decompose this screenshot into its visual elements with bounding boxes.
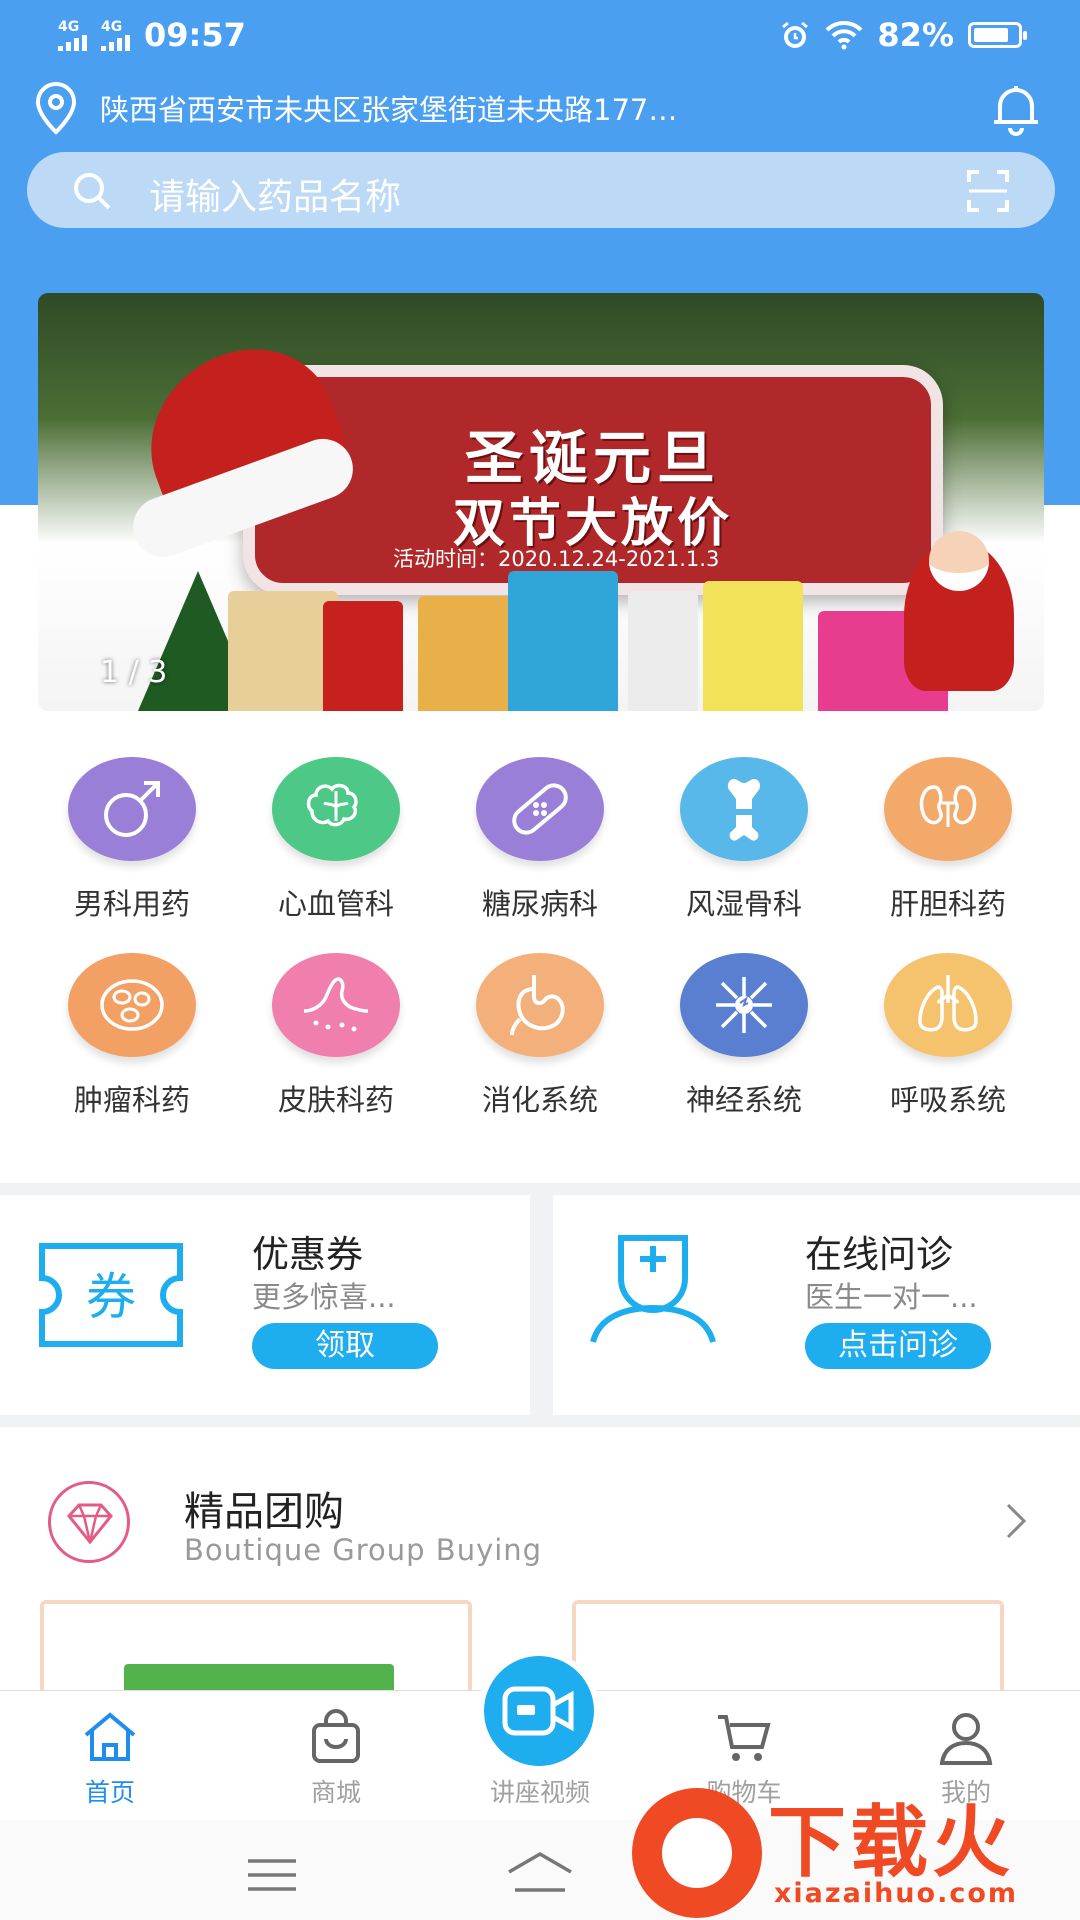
diamond-icon — [48, 1481, 130, 1563]
watermark-logo-icon — [632, 1788, 762, 1918]
category-neuro[interactable]: 神经系统 — [642, 953, 846, 1119]
tab-label: 首页 — [84, 1778, 135, 1807]
alarm-icon — [782, 21, 809, 48]
svg-text:券: 券 — [86, 1268, 136, 1326]
location-row[interactable]: 陕西省西安市未央区张家堡街道未央路177… — [30, 80, 1050, 136]
category-label: 肿瘤科药 — [73, 1083, 190, 1117]
lungs-icon — [884, 953, 1012, 1057]
search-input[interactable]: 请输入药品名称 — [149, 168, 401, 220]
category-label: 肝胆科药 — [889, 887, 1006, 921]
battery-fill — [974, 28, 1008, 42]
banner-activity-time: 活动时间：2020.12.24-2021.1.3 — [393, 547, 720, 571]
category-respiratory[interactable]: 呼吸系统 — [846, 953, 1050, 1119]
nav-home-icon[interactable] — [505, 1848, 575, 1898]
video-camera-icon — [502, 1686, 574, 1736]
status-time: 09:57 — [144, 16, 246, 54]
product-image — [228, 591, 338, 711]
section-divider — [0, 1183, 1080, 1195]
category-rheuma[interactable]: 风湿骨科 — [642, 757, 846, 923]
brain-icon — [272, 757, 400, 861]
wifi-icon — [825, 20, 863, 50]
category-tumor[interactable]: 肿瘤科药 — [30, 953, 234, 1119]
status-bar: 4G 4G 09:57 82% — [0, 0, 1080, 70]
profile-icon — [939, 1713, 993, 1765]
promo-separator — [530, 1195, 553, 1415]
tab-label: 商城 — [310, 1778, 361, 1807]
tab-home[interactable]: 首页 — [10, 1709, 210, 1809]
neuron-icon — [680, 953, 808, 1057]
tab-label: 讲座视频 — [489, 1778, 590, 1807]
doctor-icon — [590, 1235, 716, 1343]
coupon-subtitle: 更多惊喜... — [252, 1280, 396, 1314]
category-label: 糖尿病科 — [481, 887, 598, 921]
home-icon — [84, 1712, 136, 1761]
group-buying-subtitle: Boutique Group Buying — [184, 1533, 543, 1567]
category-diabetes[interactable]: 糖尿病科 — [438, 757, 642, 923]
watermark-url: xiazaihuo.com — [774, 1878, 1019, 1909]
stomach-icon — [476, 953, 604, 1057]
category-label: 皮肤科药 — [277, 1083, 394, 1117]
consult-title: 在线问诊 — [805, 1233, 953, 1276]
search-icon — [74, 173, 111, 210]
group-buying-header[interactable]: 精品团购 Boutique Group Buying — [0, 1445, 1080, 1595]
claim-coupon-button[interactable]: 领取 — [252, 1323, 438, 1369]
category-label: 消化系统 — [481, 1083, 598, 1117]
menu-icon[interactable] — [246, 1858, 298, 1892]
category-male[interactable]: 男科用药 — [30, 757, 234, 923]
product-image — [323, 601, 403, 711]
category-digestive[interactable]: 消化系统 — [438, 953, 642, 1119]
current-address[interactable]: 陕西省西安市未央区张家堡街道未央路177… — [100, 87, 677, 129]
product-image — [703, 581, 803, 711]
bone-joint-icon — [680, 757, 808, 861]
status-right: 82% — [779, 16, 1027, 54]
category-label: 神经系统 — [685, 1083, 802, 1117]
lecture-video-button[interactable] — [478, 1650, 600, 1772]
category-label: 呼吸系统 — [889, 1083, 1006, 1117]
coupon-ticket-icon: 券 — [39, 1243, 183, 1347]
location-pin-icon — [35, 81, 77, 135]
notification-bell-icon[interactable] — [988, 80, 1044, 136]
chevron-right-icon[interactable] — [1002, 1501, 1030, 1541]
category-liver[interactable]: 肝胆科药 — [846, 757, 1050, 923]
group-buying-title: 精品团购 — [184, 1489, 344, 1535]
tab-mall[interactable]: 商城 — [236, 1709, 436, 1809]
coupon-card[interactable]: 券 优惠券 更多惊喜... 领取 — [0, 1200, 530, 1410]
search-bar[interactable]: 请输入药品名称 — [27, 152, 1055, 228]
santa-face-graphic — [929, 531, 989, 591]
bandage-icon — [476, 757, 604, 861]
watermark-text: 下载火 — [768, 1798, 1015, 1888]
section-divider — [0, 1415, 1080, 1427]
site-watermark: 下载火 xiazaihuo.com — [632, 1778, 1072, 1920]
consult-subtitle: 医生一对一... — [805, 1280, 978, 1314]
category-label: 男科用药 — [73, 887, 190, 921]
cart-icon — [718, 1715, 771, 1761]
status-left: 4G 4G 09:57 — [58, 16, 246, 54]
kidney-icon — [884, 757, 1012, 861]
skin-icon — [272, 953, 400, 1057]
promo-banner[interactable]: 圣诞元旦 双节大放价 活动时间：2020.12.24-2021.1.3 1 / … — [38, 293, 1044, 711]
cells-icon — [68, 953, 196, 1057]
product-image — [628, 591, 698, 711]
product-image — [508, 571, 618, 711]
start-consult-button[interactable]: 点击问诊 — [805, 1323, 991, 1369]
category-cardio[interactable]: 心血管科 — [234, 757, 438, 923]
shopping-bag-icon — [312, 1709, 360, 1763]
scan-icon[interactable] — [965, 168, 1011, 214]
category-skin[interactable]: 皮肤科药 — [234, 953, 438, 1119]
battery-icon — [968, 22, 1027, 48]
category-label: 心血管科 — [277, 887, 394, 921]
male-symbol-icon — [68, 757, 196, 861]
online-consult-card[interactable]: 在线问诊 医生一对一... 点击问诊 — [553, 1200, 1080, 1410]
signal-1-icon: 4G — [58, 20, 87, 51]
category-label: 风湿骨科 — [685, 887, 802, 921]
coupon-title: 优惠券 — [252, 1233, 363, 1276]
battery-percent: 82% — [877, 16, 954, 54]
signal-2-icon: 4G — [101, 20, 130, 51]
banner-page-indicator: 1 / 3 — [100, 655, 168, 690]
